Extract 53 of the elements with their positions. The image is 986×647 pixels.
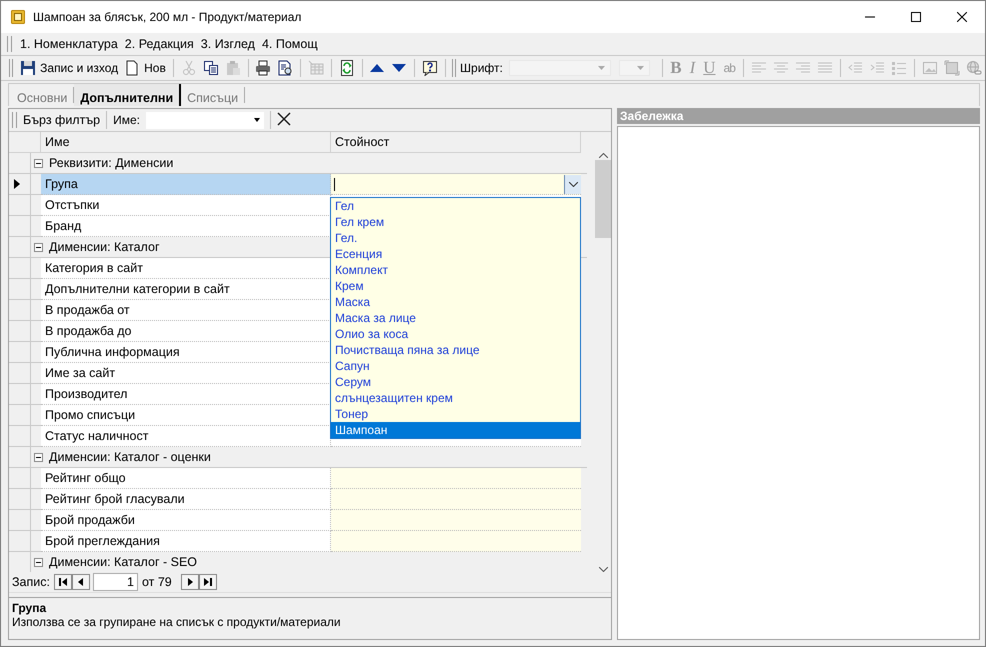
property-name[interactable]: Категория в сайт bbox=[41, 258, 331, 279]
property-name[interactable]: В продажба до bbox=[41, 321, 331, 342]
property-name[interactable]: Допълнителни категории в сайт bbox=[41, 279, 331, 300]
window-title: Шампоан за блясък, 200 мл - Продукт/материал bbox=[33, 10, 302, 24]
tab[interactable]: Допълнителни bbox=[74, 84, 182, 106]
property-name[interactable]: Рейтинг брой гласували bbox=[41, 489, 331, 510]
dropdown-option[interactable]: Сапун bbox=[331, 358, 580, 374]
dropdown-option[interactable]: Маска за лице bbox=[331, 310, 580, 326]
property-name[interactable]: Промо списъци bbox=[41, 405, 331, 426]
property-name[interactable]: Публична информация bbox=[41, 342, 331, 363]
group-label: Дименсии: Каталог - оценки bbox=[49, 450, 211, 464]
property-name[interactable]: В продажба от bbox=[41, 300, 331, 321]
menu-item[interactable]: 4. Помощ bbox=[262, 35, 318, 53]
menu-item[interactable]: 1. Номенклатура bbox=[20, 35, 118, 53]
property-name[interactable]: Статус наличност bbox=[41, 426, 331, 447]
dropdown-option[interactable]: Комплект bbox=[331, 262, 580, 278]
font-label: Шрифт: bbox=[460, 61, 503, 75]
quick-filter-button[interactable]: Бърз филтър bbox=[23, 113, 100, 127]
description-text: Използва се за групиране на списък с продукти/материали bbox=[12, 615, 341, 629]
notes-header: Забележка bbox=[617, 108, 980, 124]
record-field[interactable]: 1 bbox=[92, 573, 138, 591]
save-button[interactable]: Запис и изход bbox=[17, 57, 122, 79]
dropdown-option[interactable]: слънцезащитен крем bbox=[331, 390, 580, 406]
property-name[interactable]: Брой преглеждания bbox=[41, 531, 331, 552]
property-name[interactable]: Рейтинг общо bbox=[41, 468, 331, 489]
new-button[interactable]: Нов bbox=[121, 57, 169, 79]
filter-label: Име: bbox=[113, 113, 140, 127]
record-label: Запис: bbox=[12, 575, 50, 589]
property-name[interactable]: Производител bbox=[41, 384, 331, 405]
tab[interactable]: Списъци bbox=[181, 87, 246, 103]
property-name[interactable]: Група bbox=[41, 174, 331, 195]
dropdown-option[interactable]: Крем bbox=[331, 278, 580, 294]
dropdown-option[interactable]: Маска bbox=[331, 294, 580, 310]
dropdown-option[interactable]: Серум bbox=[331, 374, 580, 390]
group-label: Реквизити: Дименсии bbox=[49, 156, 174, 170]
group-label: Дименсии: Каталог bbox=[49, 240, 160, 254]
record-count: от 79 bbox=[142, 575, 172, 589]
dropdown-option[interactable]: Почистваща пяна за лице bbox=[331, 342, 580, 358]
dropdown-option[interactable]: Олио за коса bbox=[331, 326, 580, 342]
group-label: Дименсии: Каталог - SEO bbox=[49, 555, 198, 569]
column-header[interactable]: Стойност bbox=[331, 132, 581, 153]
property-name[interactable]: Име за сайт bbox=[41, 363, 331, 384]
dropdown-option[interactable]: Гел крем bbox=[331, 214, 580, 230]
description-title: Група bbox=[12, 601, 48, 615]
property-name[interactable]: Отстъпки bbox=[41, 195, 331, 216]
column-header[interactable]: Име bbox=[41, 132, 331, 153]
dropdown-option[interactable]: Тонер bbox=[331, 406, 580, 422]
menu-item[interactable]: 2. Редакция bbox=[124, 35, 194, 53]
property-name[interactable]: Бранд bbox=[41, 216, 331, 237]
dropdown-option[interactable]: Гел bbox=[331, 198, 580, 214]
dropdown-option[interactable]: Шампоан bbox=[331, 422, 580, 438]
menu-item[interactable]: 3. Изглед bbox=[200, 35, 255, 53]
property-name[interactable]: Брой продажби bbox=[41, 510, 331, 531]
